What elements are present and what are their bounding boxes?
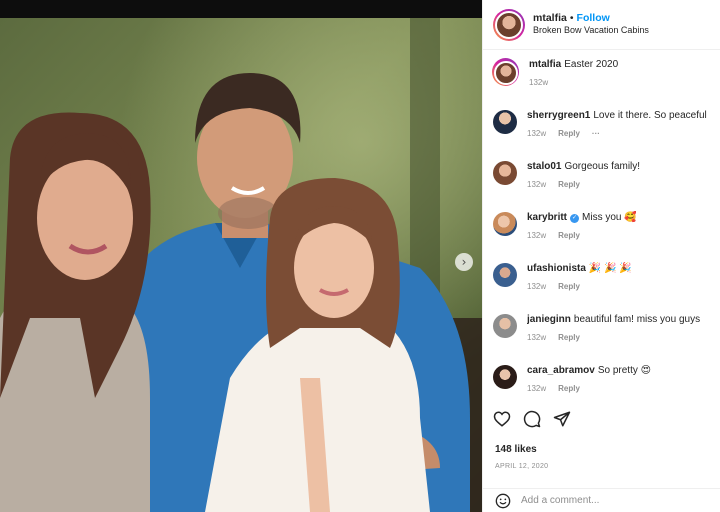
comment-username[interactable]: stalo01 bbox=[527, 161, 561, 172]
avatar[interactable] bbox=[493, 263, 517, 287]
comment-text: Love it there. So peaceful bbox=[593, 110, 707, 121]
more-options-icon[interactable]: ··· bbox=[592, 129, 600, 138]
comment-row: cara_abramov So pretty 😍 132w Reply bbox=[493, 364, 720, 415]
comment-time[interactable]: 132w bbox=[527, 129, 546, 138]
comment-time[interactable]: 132w bbox=[527, 282, 546, 291]
caption-text: Easter 2020 bbox=[564, 59, 619, 70]
comment-icon[interactable] bbox=[523, 410, 541, 428]
post-photo-pane: › bbox=[0, 0, 482, 512]
avatar bbox=[495, 10, 523, 39]
reply-button[interactable]: Reply bbox=[558, 384, 580, 393]
reply-button[interactable]: Reply bbox=[558, 129, 580, 138]
comment-time[interactable]: 132w bbox=[527, 231, 546, 240]
comment-username[interactable]: ufashionista bbox=[527, 263, 586, 274]
comment-row: karybritt ✓ Miss you 🥰 132w Reply bbox=[493, 211, 720, 262]
post-date: APRIL 12, 2020 bbox=[495, 463, 549, 470]
heart-icon[interactable] bbox=[493, 410, 511, 428]
chevron-right-icon: › bbox=[461, 255, 467, 269]
reply-button[interactable]: Reply bbox=[558, 282, 580, 291]
post-actions bbox=[493, 410, 571, 428]
comment-text: 🎉 🎉 🎉 bbox=[588, 263, 632, 274]
reply-button[interactable]: Reply bbox=[558, 180, 580, 189]
follow-button[interactable]: Follow bbox=[577, 12, 610, 24]
comment-time[interactable]: 132w bbox=[527, 180, 546, 189]
avatar bbox=[493, 60, 518, 85]
smiley-icon[interactable] bbox=[495, 493, 511, 509]
comment-time[interactable]: 132w bbox=[527, 333, 546, 342]
avatar[interactable] bbox=[493, 212, 517, 236]
comment-text: beautiful fam! miss you guys bbox=[573, 314, 701, 325]
author-username[interactable]: mtalfia bbox=[533, 12, 567, 24]
comment-row: janieginn beautiful fam! miss you guys 13… bbox=[493, 313, 720, 364]
avatar[interactable] bbox=[493, 365, 517, 389]
comment-row: sherrygreen1 Love it there. So peaceful 1… bbox=[493, 109, 720, 160]
comment-username[interactable]: karybritt bbox=[527, 212, 567, 223]
family-photo bbox=[0, 18, 482, 512]
caption-row: mtalfia Easter 2020 132w bbox=[492, 58, 720, 109]
avatar[interactable] bbox=[493, 314, 517, 338]
comment-time[interactable]: 132w bbox=[527, 384, 546, 393]
comment-list: mtalfia Easter 2020 132w sherrygreen1 Love… bbox=[483, 50, 720, 415]
caption-avatar-ring[interactable] bbox=[492, 58, 519, 86]
post-header: mtalfia • Follow Broken Bow Vacation Cabin… bbox=[483, 0, 720, 50]
comment-username[interactable]: cara_abramov bbox=[527, 365, 595, 376]
comment-text: Gorgeous family! bbox=[564, 161, 641, 172]
comment-row: stalo01 Gorgeous family! 132w Reply bbox=[493, 160, 720, 211]
avatar[interactable] bbox=[493, 161, 517, 185]
comment-text: Miss you 🥰 bbox=[582, 212, 637, 223]
author-avatar-ring[interactable] bbox=[493, 8, 525, 41]
comment-username[interactable]: janieginn bbox=[527, 314, 571, 325]
next-photo-button[interactable]: › bbox=[455, 253, 473, 271]
post-location[interactable]: Broken Bow Vacation Cabins bbox=[533, 25, 649, 36]
reply-button[interactable]: Reply bbox=[558, 231, 580, 240]
photo-top-bar bbox=[0, 0, 482, 18]
post-side-panel: mtalfia • Follow Broken Bow Vacation Cabin… bbox=[482, 0, 720, 512]
separator-dot: • bbox=[569, 12, 574, 25]
send-icon[interactable] bbox=[553, 410, 571, 428]
avatar[interactable] bbox=[493, 110, 517, 134]
comment-text: So pretty 😍 bbox=[597, 365, 652, 376]
comment-row: ufashionista 🎉 🎉 🎉 132w Reply bbox=[493, 262, 720, 313]
comment-input[interactable] bbox=[521, 495, 701, 506]
comment-username[interactable]: sherrygreen1 bbox=[527, 110, 590, 121]
reply-button[interactable]: Reply bbox=[558, 333, 580, 342]
like-count[interactable]: 148 likes bbox=[495, 444, 537, 455]
verified-badge-icon: ✓ bbox=[570, 214, 580, 223]
add-comment-bar bbox=[483, 488, 720, 512]
caption-username[interactable]: mtalfia bbox=[529, 59, 561, 70]
caption-time[interactable]: 132w bbox=[529, 78, 548, 87]
